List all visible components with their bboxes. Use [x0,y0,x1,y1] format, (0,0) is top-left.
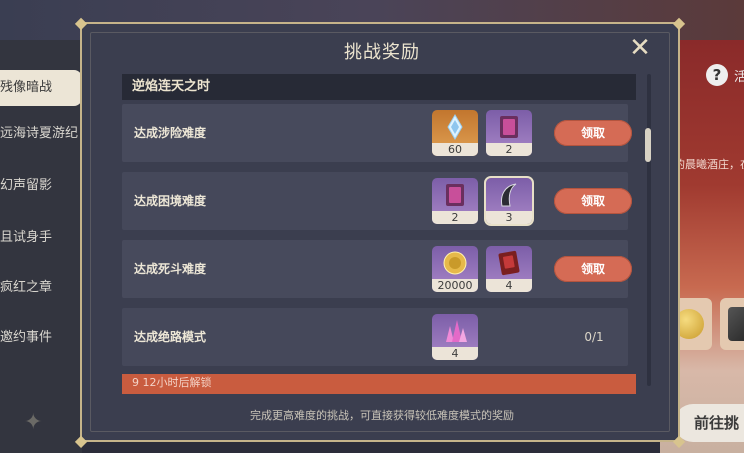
item-count: 4 [486,279,532,292]
crystal-icon [447,114,463,140]
progress-counter: 0/1 [584,330,604,344]
book-icon [446,184,464,206]
help-icon[interactable]: ? [706,64,728,86]
row-label: 达成死斗难度 [134,262,207,276]
corner-ornament-icon: ◆ [74,13,88,32]
scrollbar-track[interactable] [647,74,651,386]
item-count: 60 [432,143,478,156]
horn-icon [501,183,517,207]
reward-item[interactable]: 4 [432,314,478,360]
sidebar-item-5[interactable]: 邀约事件 [0,320,82,356]
mora-coin-icon [443,251,467,275]
rewards-list[interactable]: 逆焰连天之时 达成涉险难度 60 2 领取 达成困境难度 2 3 领取 达成死斗… [122,74,640,394]
section-header: 逆焰连天之时 [122,74,636,100]
crystal-ore-icon [446,320,467,342]
row-label: 达成绝路模式 [134,330,207,344]
claim-button[interactable]: 领取 [554,256,632,282]
item-count: 4 [432,347,478,360]
sidebar-item-label: 远海诗夏游纪 [0,126,79,141]
footer-note: 完成更高难度的挑战，可直接获得较低难度模式的奖励 [250,409,514,422]
dialog-title: 挑战奖励 [344,42,420,63]
preview-reward-slot[interactable] [720,298,744,350]
sidebar-item-4[interactable]: 疯红之章 [0,270,82,306]
star-ornament-icon: ✦ [24,410,43,435]
sidebar-item-0[interactable]: 残像暗战 [0,70,82,106]
reward-row: 达成涉险难度 60 2 领取 [122,104,632,162]
item-count: 2 [432,211,478,224]
challenge-rewards-dialog: ◆ ◆ ◆ ◆ 挑战奖励 ✕ 逆焰连天之时 达成涉险难度 60 2 领取 达成困… [75,14,685,450]
item-count: 20000 [432,279,478,292]
reward-item[interactable]: 2 [432,178,478,224]
claim-button[interactable]: 领取 [554,188,632,214]
scrollbar-thumb[interactable] [645,128,651,162]
reward-row: 达成绝路模式 4 0/1 [122,308,628,366]
corner-ornament-icon: ◆ [74,431,88,450]
sidebar-item-label: 疯红之章 [0,280,53,295]
sidebar-item-1[interactable]: 远海诗夏游纪 [0,116,82,152]
row-label: 达成困境难度 [134,194,207,208]
corner-ornament-icon: ◆ [672,431,686,450]
sidebar-item-label: 幻声留影 [0,178,53,193]
reward-item[interactable]: 60 [432,110,478,156]
reward-item[interactable]: 4 [486,246,532,292]
row-label: 达成涉险难度 [134,126,207,140]
event-description: 的晨曦酒庄，在 [674,158,744,171]
sidebar-item-3[interactable]: 且试身手 [0,220,82,256]
sidebar-item-label: 且试身手 [0,230,53,245]
reward-item[interactable]: 20000 [432,246,478,292]
reward-row: 达成死斗难度 20000 4 领取 [122,240,632,298]
item-count: 3 [486,211,532,224]
close-icon[interactable]: ✕ [627,35,653,61]
sidebar-item-2[interactable]: 幻声留影 [0,168,82,204]
sidebar-item-label: 邀约事件 [0,330,53,345]
sidebar-item-label: 残像暗战 [0,80,53,95]
next-section-header: 9 12小时后解锁 [122,374,636,394]
book-icon [728,307,744,341]
item-count: 2 [486,143,532,156]
help-label: 活 [734,70,744,85]
book-icon [500,116,518,138]
reward-item[interactable]: 2 [486,110,532,156]
red-book-icon [498,250,520,276]
reward-item[interactable]: 3 [484,176,534,226]
corner-ornament-icon: ◆ [672,13,686,32]
claim-button[interactable]: 领取 [554,120,632,146]
reward-row: 达成困境难度 2 3 领取 [122,172,632,230]
event-sidebar: 残像暗战 远海诗夏游纪 幻声留影 且试身手 疯红之章 邀约事件 ✦ [0,40,82,453]
